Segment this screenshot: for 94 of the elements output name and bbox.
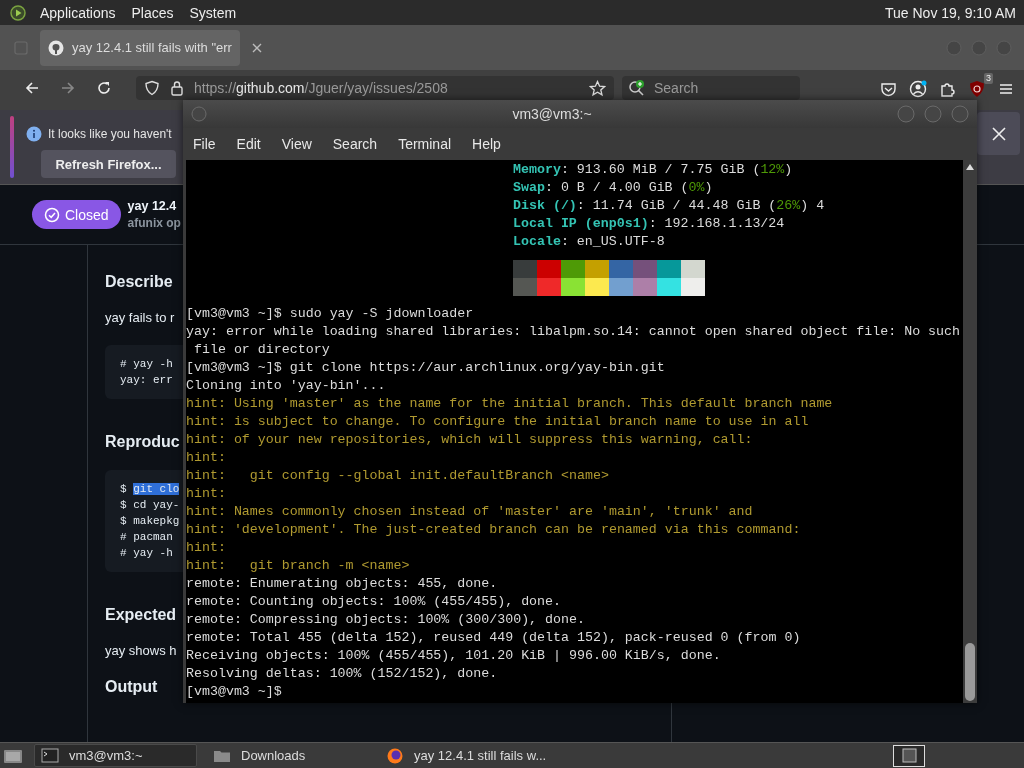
terminal-line: hint: is subject to change. To configure the initial branch name to use in all — [186, 413, 810, 431]
workspace-switcher-icon[interactable] — [893, 744, 925, 767]
code-prompt: # — [120, 358, 128, 370]
lock-icon — [170, 80, 184, 96]
shield-extension-icon[interactable] — [968, 80, 986, 98]
terminal-line: hint: git config --global init.defaultBranch <name> — [186, 467, 610, 485]
terminal-line: hint: Names commonly chosen instead of 'master' are 'main', 'trunk' and — [186, 503, 754, 521]
terminal-line: Resolving deltas: 100% (152/152), done. — [186, 665, 499, 683]
terminal-line: yay: error while loading shared libraries: libalpm.so.14: cannot open shared object file: No such — [186, 323, 961, 341]
menu-item[interactable]: File — [193, 136, 227, 152]
terminal-line: Cloning into 'yay-bin'... — [186, 377, 387, 395]
app-menu-icon[interactable] — [10, 4, 26, 21]
paragraph: yay shows h — [105, 643, 177, 658]
menu-icon[interactable] — [998, 81, 1014, 97]
issue-title: yay 12.4 — [127, 199, 178, 213]
search-field[interactable]: Search — [652, 79, 792, 97]
terminal-line: [vm3@vm3 ~]$ git clone https://aur.archlinux.org/yay-bin.git — [186, 359, 666, 377]
terminal-line: Memory: 913.60 MiB / 7.75 GiB (12%) — [512, 161, 794, 179]
terminal-line: remote: Total 455 (delta 152), reused 449 (delta 152), pack-reused 0 (from 0) — [186, 629, 802, 647]
terminal-line: [vm3@vm3 ~]$ — [186, 683, 283, 701]
panel-menu[interactable]: Places — [129, 4, 176, 21]
reload-icon[interactable] — [96, 80, 112, 96]
refresh-button[interactable]: Refresh Firefox... — [41, 150, 176, 178]
window-title: vm3@vm3:~ — [511, 106, 593, 122]
taskbar-item[interactable]: vm3@vm3:~ — [34, 744, 197, 767]
code-line: makepkg — [133, 515, 180, 527]
section-heading: Reproduc — [105, 433, 180, 451]
close-icon — [991, 126, 1006, 141]
terminal-line: hint: 'development'. The just-created branch can be renamed via this command: — [186, 521, 802, 539]
terminal-line: Local IP (enp0s1): 192.168.1.13/24 — [512, 215, 786, 233]
terminal-line: hint: — [186, 449, 227, 467]
code-prompt: # — [120, 531, 128, 543]
menu-item[interactable]: Terminal — [398, 136, 463, 152]
terminal-line: remote: Counting objects: 100% (455/455), done. — [186, 593, 563, 611]
check-circle-icon — [44, 206, 60, 223]
search-box[interactable]: Search — [622, 76, 800, 100]
code-prompt: $ — [120, 499, 128, 511]
taskbar-item[interactable]: Downloads — [207, 744, 370, 767]
panel-menu[interactable]: Applications — [38, 4, 118, 21]
menu-item[interactable]: Search — [332, 136, 389, 152]
terminal-line: Receiving objects: 100% (455/455), 101.20 KiB | 996.00 KiB/s, done. — [186, 647, 722, 665]
terminal-line: hint: — [186, 485, 227, 503]
back-icon[interactable] — [24, 80, 40, 96]
star-icon[interactable] — [589, 79, 606, 97]
clock: Tue Nov 19, 9:10 AM — [885, 4, 1016, 21]
notification-text: It looks like you haven't — [48, 127, 172, 141]
terminal-line: remote: Compressing objects: 100% (300/300), done. — [186, 611, 586, 629]
menu-item[interactable]: View — [281, 136, 323, 152]
taskbar-item[interactable]: yay 12.4.1 still fails w... — [380, 744, 543, 767]
section-heading: Expected — [105, 606, 177, 624]
close-button[interactable] — [977, 112, 1020, 155]
browser-tab[interactable]: yay 12.4.1 still fails with "err — [40, 29, 240, 66]
info-icon — [26, 126, 42, 142]
terminal-line: hint: of your new repositories, which will suppress this warning, call: — [186, 431, 754, 449]
terminal-line: hint: — [186, 539, 227, 557]
terminal-line: file or directory — [192, 341, 331, 359]
puzzle-icon[interactable] — [939, 80, 956, 98]
paragraph: yay fails to r — [105, 310, 175, 325]
status-badge: Closed — [32, 200, 121, 229]
account-icon[interactable] — [909, 80, 927, 98]
code-line: yay -h — [133, 547, 173, 559]
code-line: yay: err — [120, 374, 173, 386]
panel-menu[interactable]: System — [187, 4, 239, 21]
code-line: yay -h — [133, 358, 173, 370]
shield-icon[interactable] — [144, 80, 160, 96]
terminal-line: hint: git branch -m <name> — [186, 557, 411, 575]
code-line: pacman — [133, 531, 173, 543]
code-prompt: # — [120, 547, 128, 559]
menu-item[interactable]: Help — [472, 136, 512, 152]
code-prompt: $ — [120, 483, 128, 495]
terminal-line: [vm3@vm3 ~]$ sudo yay -S jdownloader — [186, 305, 475, 323]
terminal-line: Locale: en_US.UTF-8 — [512, 233, 666, 251]
section-heading: Output — [105, 678, 158, 696]
menu-item[interactable]: Edit — [236, 136, 272, 152]
scroll-thumb[interactable] — [965, 643, 975, 701]
issue-byline: afunix op — [127, 216, 181, 230]
code-prompt: $ — [120, 515, 128, 527]
badge-count: 3 — [984, 73, 993, 84]
terminal-line: Disk (/): 11.74 GiB / 44.48 GiB (26%) 4 — [512, 197, 826, 215]
terminal-line: remote: Enumerating objects: 455, done. — [186, 575, 499, 593]
search-icon — [628, 79, 646, 97]
firefox-icon — [386, 747, 404, 764]
terminal-line: Swap: 0 B / 4.00 GiB (0%) — [512, 179, 714, 197]
terminal-line: hint: Using 'master' as the name for the initial branch. This default branch name — [186, 395, 834, 413]
close-icon[interactable] — [251, 42, 262, 53]
code-line: cd yay- — [133, 499, 180, 511]
address-bar[interactable]: https://github.com/Jguer/yay/issues/2508 — [136, 76, 614, 100]
scrollbar[interactable] — [963, 160, 977, 703]
forward-icon[interactable] — [60, 80, 76, 96]
pocket-icon[interactable] — [880, 80, 897, 98]
terminal-icon — [41, 747, 59, 764]
up-arrow-icon[interactable] — [966, 164, 974, 170]
section-heading: Describe — [105, 273, 173, 291]
github-cat-icon — [48, 39, 64, 56]
